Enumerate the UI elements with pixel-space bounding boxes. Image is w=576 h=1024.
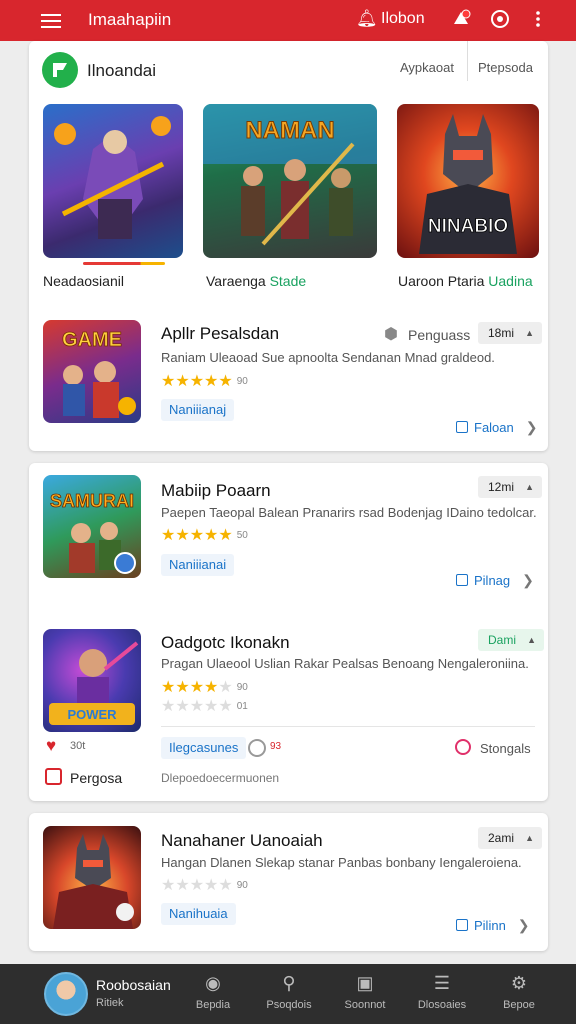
item-3-rating-secondary: ★★★★★ 01 — [161, 698, 248, 715]
tab-divider — [467, 41, 468, 81]
nav-item-psoqdois[interactable]: ⚲ Psoqdois — [254, 973, 324, 1011]
item-3-promo-desc: Dlepoedoecermuonen — [161, 771, 280, 785]
user-name: Roobosaian — [96, 977, 171, 993]
nav-item-soonnot[interactable]: ▣ Soonnot — [330, 973, 400, 1011]
item-1-desc: Raniam Uleaoad Sue apnoolta Sendanan Mna… — [161, 350, 495, 365]
nav-item-bepdia[interactable]: ◉ Bepdia — [178, 973, 248, 1011]
chevron-up-icon: ▲ — [525, 328, 535, 338]
chevron-right-icon: ❯ — [525, 419, 538, 435]
svg-text:POWER: POWER — [67, 707, 117, 722]
featured-game-3[interactable]: NINABIO — [397, 104, 539, 258]
open-icon — [456, 421, 468, 433]
svg-text:SAMURAI: SAMURAI — [50, 491, 134, 511]
chevron-right-icon: ❯ — [517, 917, 530, 933]
user-subtitle: Ritiek — [96, 997, 124, 1009]
item-3-chip-extra: 93 — [270, 741, 282, 752]
item-2-desc: Paepen Taeopal Balean Pranarirs rsad Bod… — [161, 505, 537, 520]
item-2-tag-chip[interactable]: Naniiianai — [161, 554, 235, 576]
heart-icon[interactable]: ♥ — [46, 736, 56, 756]
open-icon — [456, 919, 468, 931]
item-2-rating: ★★★★★ 50 — [161, 527, 248, 544]
menu-icon[interactable] — [41, 11, 61, 29]
user-avatar[interactable] — [44, 972, 88, 1016]
featured-2-banner: NAMAN — [245, 117, 334, 144]
featured-label-1: Neadaosianil — [43, 273, 124, 289]
puzzle-icon: ⬢ — [384, 326, 398, 343]
item-2-icon[interactable]: SAMURAI — [43, 475, 141, 578]
store-logo-icon — [42, 52, 78, 88]
item-2-title[interactable]: Mabiip Poaarn — [161, 481, 271, 501]
item-4-icon[interactable] — [43, 826, 141, 929]
item-4-title[interactable]: Nanahaner Uanoaiah — [161, 831, 323, 851]
chevron-up-icon: ▲ — [527, 635, 537, 645]
item-3-desc: Pragan Ulaeool Uslian Rakar Pealsas Beno… — [161, 656, 529, 671]
item-4-tag-chip[interactable]: Nanihuaia — [161, 903, 236, 925]
list-icon: ☰ — [433, 973, 451, 993]
item-1-size-pill[interactable]: 18mi ▲ — [478, 322, 543, 344]
promo-icon — [45, 768, 62, 785]
notification-badge-icon[interactable] — [450, 8, 472, 30]
top-app-bar: Imaahapiin 🔔︎ Ilobon — [0, 0, 576, 41]
item-3-likes: 30t — [70, 740, 86, 752]
item-2-action-link[interactable]: Pilnag ❯ — [456, 572, 534, 589]
chevron-right-icon: ❯ — [522, 572, 534, 588]
check-circle-icon[interactable] — [455, 739, 471, 755]
compass-icon: ◉ — [205, 973, 221, 993]
featured-game-2[interactable]: NAMAN — [203, 104, 377, 258]
item-1-action-link[interactable]: Faloan ❯ — [456, 419, 537, 436]
account-circle-icon[interactable] — [489, 8, 511, 30]
chart-icon: ▣ — [356, 973, 374, 993]
item-3-title[interactable]: Oadgotc Ikonakn — [161, 633, 290, 653]
chevron-up-icon: ▲ — [525, 482, 535, 492]
search-icon: ⚲ — [282, 973, 296, 993]
bell-icon[interactable]: 🔔︎ — [356, 9, 378, 29]
item-1-rating: ★★★★★ 90 — [161, 373, 248, 390]
item-4-action-link[interactable]: Pilinn ❯ — [456, 917, 530, 934]
item-3-rating: ★★★★★ 90 — [161, 679, 248, 696]
featured-label-2: Varaenga Stade — [206, 273, 307, 289]
featured-3-banner: NINABIO — [428, 216, 508, 237]
item-3-right-action[interactable]: Stongals — [480, 741, 531, 756]
featured-progress-bar — [83, 262, 165, 265]
item-3-tag-chip[interactable]: Ilegcasunes — [161, 737, 247, 759]
store-name: Ilnoandai — [87, 61, 157, 80]
item-3-promo[interactable]: Pergosa — [70, 770, 122, 786]
item-2-size-pill[interactable]: 12mi ▲ — [478, 476, 543, 498]
item-1-tag-chip[interactable]: Naniiianaj — [161, 399, 235, 421]
more-vert-icon[interactable] — [527, 8, 549, 30]
chevron-up-icon: ▲ — [525, 833, 535, 843]
item-1-icon[interactable]: GAME — [43, 320, 141, 423]
svg-text:GAME: GAME — [62, 329, 122, 351]
app-title: Imaahapiin — [88, 10, 172, 29]
item-3-divider — [161, 726, 535, 727]
item-4-size-pill[interactable]: 2ami ▲ — [478, 827, 543, 849]
item-3-icon[interactable]: POWER — [43, 629, 141, 732]
nav-item-bepoe[interactable]: ⚙ Bepoe — [484, 973, 554, 1011]
tab-aypkaoat[interactable]: Aypkaoat — [400, 60, 454, 75]
compass-icon — [248, 739, 266, 757]
item-4-desc: Hangan Dlanen Slekap stanar Panbas bonba… — [161, 855, 522, 870]
tab-ptepsoda[interactable]: Ptepsoda — [478, 60, 533, 75]
nav-item-dlosoaies[interactable]: ☰ Dlosoaies — [407, 973, 477, 1011]
item-1-title[interactable]: Apllr Pesalsdan — [161, 324, 279, 344]
notification-label[interactable]: Ilobon — [381, 10, 425, 28]
settings-icon: ⚙ — [510, 973, 528, 993]
item-3-status-pill[interactable]: Dami ▲ — [478, 629, 545, 651]
item-1-extra-label: Penguass — [408, 327, 471, 343]
featured-label-3: Uaroon Ptaria Uadina — [398, 273, 533, 289]
bottom-navigation: Roobosaian Ritiek ◉ Bepdia ⚲ Psoqdois ▣ … — [0, 964, 576, 1024]
item-4-rating: ★★★★★ 90 — [161, 877, 248, 894]
featured-game-1[interactable] — [43, 104, 183, 258]
open-icon — [456, 574, 468, 586]
